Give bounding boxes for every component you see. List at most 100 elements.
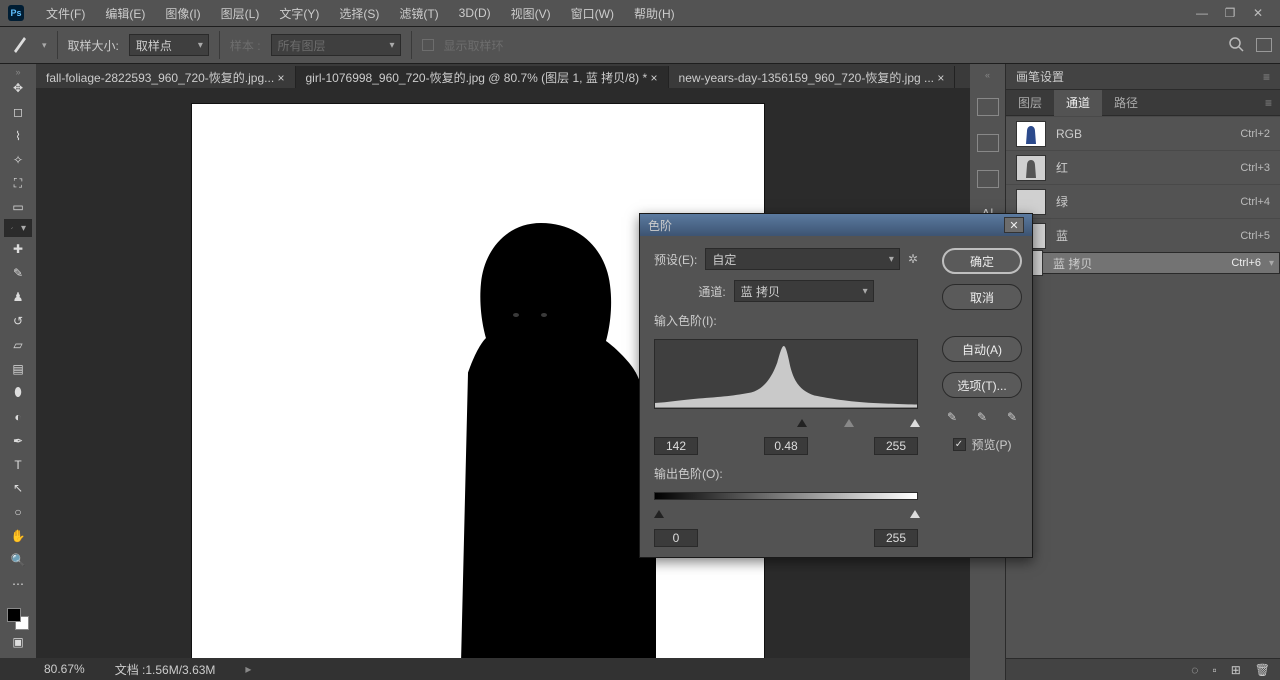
- zoom-level[interactable]: 80.67%: [44, 662, 85, 676]
- channel-row[interactable]: 蓝Ctrl+5: [1006, 218, 1280, 252]
- menu-3d[interactable]: 3D(D): [449, 0, 501, 26]
- preview-checkbox[interactable]: ✓预览(P): [953, 436, 1012, 453]
- type-tool[interactable]: T: [4, 453, 32, 477]
- load-selection-icon[interactable]: ◌: [1191, 663, 1198, 677]
- white-eyedropper-icon[interactable]: ✎: [1003, 408, 1021, 426]
- options-bar: ▾ 取样大小: 取样点 样本 : 所有图层 显示取样环: [0, 26, 1280, 64]
- output-slider[interactable]: [654, 510, 918, 519]
- wand-tool[interactable]: ✧: [4, 148, 32, 172]
- menu-select[interactable]: 选择(S): [329, 0, 389, 26]
- output-white-field[interactable]: [874, 529, 918, 547]
- brush-tool[interactable]: ✎: [4, 261, 32, 285]
- clone-tool[interactable]: ♟: [4, 285, 32, 309]
- cancel-button[interactable]: 取消: [942, 284, 1022, 310]
- window-minimize-icon[interactable]: —: [1188, 3, 1216, 23]
- healing-tool[interactable]: ✚: [4, 237, 32, 261]
- menu-type[interactable]: 文字(Y): [269, 0, 329, 26]
- doc-size[interactable]: 文档 :1.56M/3.63M: [115, 661, 216, 678]
- window-restore-icon[interactable]: ❐: [1216, 3, 1244, 23]
- hand-tool[interactable]: ✋: [4, 524, 32, 548]
- gray-eyedropper-icon[interactable]: ✎: [973, 408, 991, 426]
- strip-grip-icon[interactable]: »: [4, 68, 32, 76]
- save-selection-icon[interactable]: ▫: [1212, 663, 1216, 677]
- tab-channels[interactable]: 通道: [1054, 90, 1102, 116]
- menu-window[interactable]: 窗口(W): [561, 0, 624, 26]
- tab-paths[interactable]: 路径: [1102, 90, 1150, 116]
- document-tabs: fall-foliage-2822593_960_720-恢复的.jpg... …: [36, 64, 970, 88]
- input-gamma-field[interactable]: [764, 437, 808, 455]
- channel-row[interactable]: RGBCtrl+2: [1006, 116, 1280, 150]
- chevron-down-icon[interactable]: ▾: [42, 40, 47, 51]
- document-tab[interactable]: new-years-day-1356159_960_720-恢复的.jpg ..…: [669, 66, 956, 88]
- window-close-icon[interactable]: ✕: [1244, 3, 1272, 23]
- move-tool[interactable]: ✥: [4, 76, 32, 100]
- marquee-tool[interactable]: ◻: [4, 100, 32, 124]
- channel-row[interactable]: 绿Ctrl+4: [1006, 184, 1280, 218]
- dialog-titlebar[interactable]: 色阶 ✕: [640, 214, 1032, 236]
- dialog-close-button[interactable]: ✕: [1004, 217, 1024, 233]
- panel-menu-icon[interactable]: ≡: [1257, 96, 1280, 110]
- auto-button[interactable]: 自动(A): [942, 336, 1022, 362]
- channel-row[interactable]: 蓝 拷贝Ctrl+6: [1006, 252, 1280, 274]
- shape-tool[interactable]: ○: [4, 500, 32, 524]
- output-gradient[interactable]: [654, 492, 918, 500]
- gradient-tool[interactable]: ▤: [4, 357, 32, 381]
- app-icon: Ps: [8, 5, 24, 21]
- brush-panel-icon[interactable]: [977, 98, 999, 116]
- menu-view[interactable]: 视图(V): [501, 0, 561, 26]
- history-brush-tool[interactable]: ↺: [4, 309, 32, 333]
- eyedropper-tool[interactable]: [4, 219, 32, 237]
- preset-select[interactable]: 自定: [705, 248, 900, 270]
- menu-filter[interactable]: 滤镜(T): [389, 0, 448, 26]
- input-white-field[interactable]: [874, 437, 918, 455]
- dodge-tool[interactable]: ◐: [4, 405, 32, 429]
- ok-button[interactable]: 确定: [942, 248, 1022, 274]
- adjust-panel-icon[interactable]: [977, 134, 999, 152]
- document-tab[interactable]: fall-foliage-2822593_960_720-恢复的.jpg... …: [36, 66, 296, 88]
- channel-row[interactable]: 红Ctrl+3: [1006, 150, 1280, 184]
- document-tab[interactable]: girl-1076998_960_720-恢复的.jpg @ 80.7% (图层…: [296, 66, 669, 88]
- tab-layers[interactable]: 图层: [1006, 90, 1054, 116]
- active-tool-icon[interactable]: [8, 33, 32, 57]
- menu-help[interactable]: 帮助(H): [624, 0, 685, 26]
- char-panel-icon[interactable]: [977, 170, 999, 188]
- menu-file[interactable]: 文件(F): [36, 0, 95, 26]
- path-select-tool[interactable]: ↖: [4, 477, 32, 501]
- channels-list: RGBCtrl+2 红Ctrl+3 绿Ctrl+4 蓝Ctrl+5 蓝 拷贝Ct…: [1006, 116, 1280, 658]
- input-slider[interactable]: [654, 419, 918, 428]
- crop-tool[interactable]: ⛶: [4, 172, 32, 196]
- search-icon[interactable]: [1228, 36, 1244, 55]
- panel-menu-icon[interactable]: ≡: [1263, 70, 1270, 84]
- chevron-right-icon[interactable]: ▸: [245, 662, 251, 676]
- color-swatches[interactable]: [7, 608, 29, 630]
- edit-toolbar[interactable]: ⋯: [4, 572, 32, 596]
- sample-layers-select: 所有图层: [271, 34, 401, 56]
- workspace-icon[interactable]: [1256, 38, 1272, 52]
- quickmask-icon[interactable]: ▣: [4, 630, 32, 654]
- strip-collapse-icon[interactable]: «: [985, 70, 990, 80]
- input-black-field[interactable]: [654, 437, 698, 455]
- zoom-tool[interactable]: 🔍: [4, 548, 32, 572]
- new-channel-icon[interactable]: ⊞: [1231, 663, 1241, 677]
- pen-tool[interactable]: ✒: [4, 429, 32, 453]
- menu-edit[interactable]: 编辑(E): [95, 0, 155, 26]
- eraser-tool[interactable]: ▱: [4, 333, 32, 357]
- channel-select[interactable]: 蓝 拷贝: [734, 280, 874, 302]
- black-eyedropper-icon[interactable]: ✎: [943, 408, 961, 426]
- delete-channel-icon[interactable]: 🗑: [1255, 663, 1270, 677]
- sample-size-select[interactable]: 取样点: [129, 34, 209, 56]
- sample-size-label: 取样大小:: [68, 37, 119, 54]
- gear-icon[interactable]: ✲: [908, 252, 918, 266]
- frame-tool[interactable]: ▭: [4, 196, 32, 220]
- output-black-field[interactable]: [654, 529, 698, 547]
- input-levels-label: 输入色阶(I):: [654, 312, 918, 329]
- menu-image[interactable]: 图像(I): [155, 0, 210, 26]
- options-button[interactable]: 选项(T)...: [942, 372, 1022, 398]
- blur-tool[interactable]: ⬮: [4, 381, 32, 405]
- lasso-tool[interactable]: ⌇: [4, 124, 32, 148]
- show-ring-label: 显示取样环: [444, 37, 504, 54]
- brush-settings-title[interactable]: 画笔设置≡: [1006, 64, 1280, 90]
- channel-label: 通道:: [698, 283, 725, 300]
- menu-layer[interactable]: 图层(L): [211, 0, 270, 26]
- sample-layers-label: 样本 :: [230, 37, 261, 54]
